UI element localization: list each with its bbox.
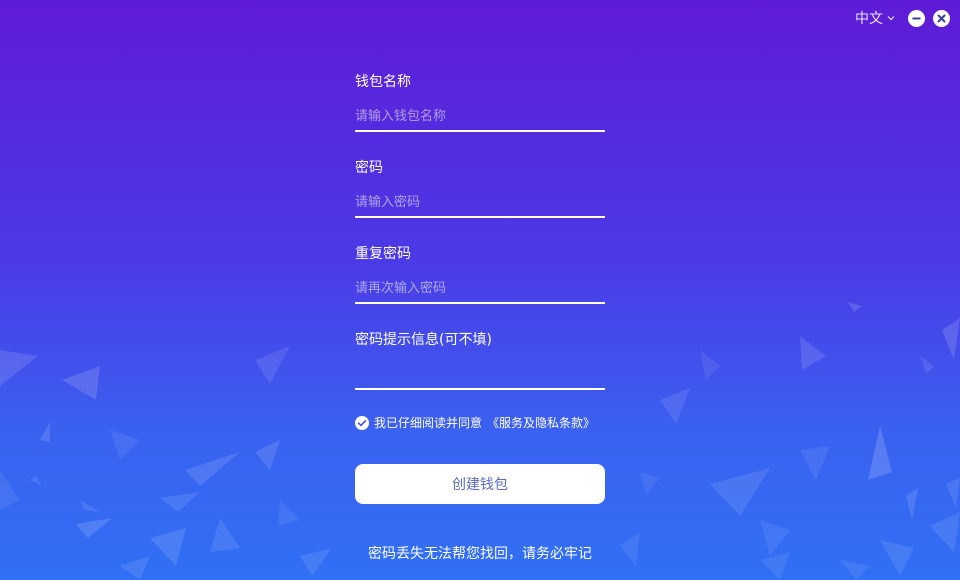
terms-link[interactable]: 《服务及隐私条款》 [487, 414, 595, 431]
create-wallet-button[interactable]: 创建钱包 [355, 464, 605, 504]
agreement-checkbox[interactable] [355, 415, 369, 430]
agreement-text: 我已仔细阅读并同意 [374, 416, 483, 430]
check-icon [357, 419, 367, 426]
wallet-name-field: 钱包名称 [355, 72, 605, 134]
close-button[interactable] [933, 9, 950, 27]
agreement-row: 我已仔细阅读并同意 《服务及隐私条款》 [355, 414, 595, 431]
create-wallet-form: 钱包名称 密码 重复密码 密码提示信息(可不填) [355, 72, 605, 416]
password-hint-label: 密码提示信息(可不填) [355, 332, 492, 348]
window-controls: 中文 [855, 8, 950, 28]
password-warning: 密码丢失无法帮您找回，请务必牢记 [368, 546, 592, 562]
minimize-button[interactable] [908, 9, 925, 27]
repeat-password-label: 重复密码 [355, 246, 411, 262]
language-select[interactable]: 中文 [855, 8, 896, 28]
repeat-password-field: 重复密码 [355, 244, 605, 306]
chevron-down-icon [887, 16, 895, 21]
repeat-password-input[interactable] [355, 274, 605, 304]
password-input[interactable] [355, 188, 605, 218]
password-field: 密码 [355, 158, 605, 220]
password-label: 密码 [355, 160, 383, 176]
close-icon [937, 14, 946, 22]
password-hint-field: 密码提示信息(可不填) [355, 330, 605, 392]
password-hint-input[interactable] [355, 360, 605, 390]
wallet-name-input[interactable] [355, 102, 605, 132]
wallet-name-label: 钱包名称 [355, 74, 411, 90]
minimize-icon [912, 17, 921, 19]
language-label: 中文 [855, 11, 883, 27]
